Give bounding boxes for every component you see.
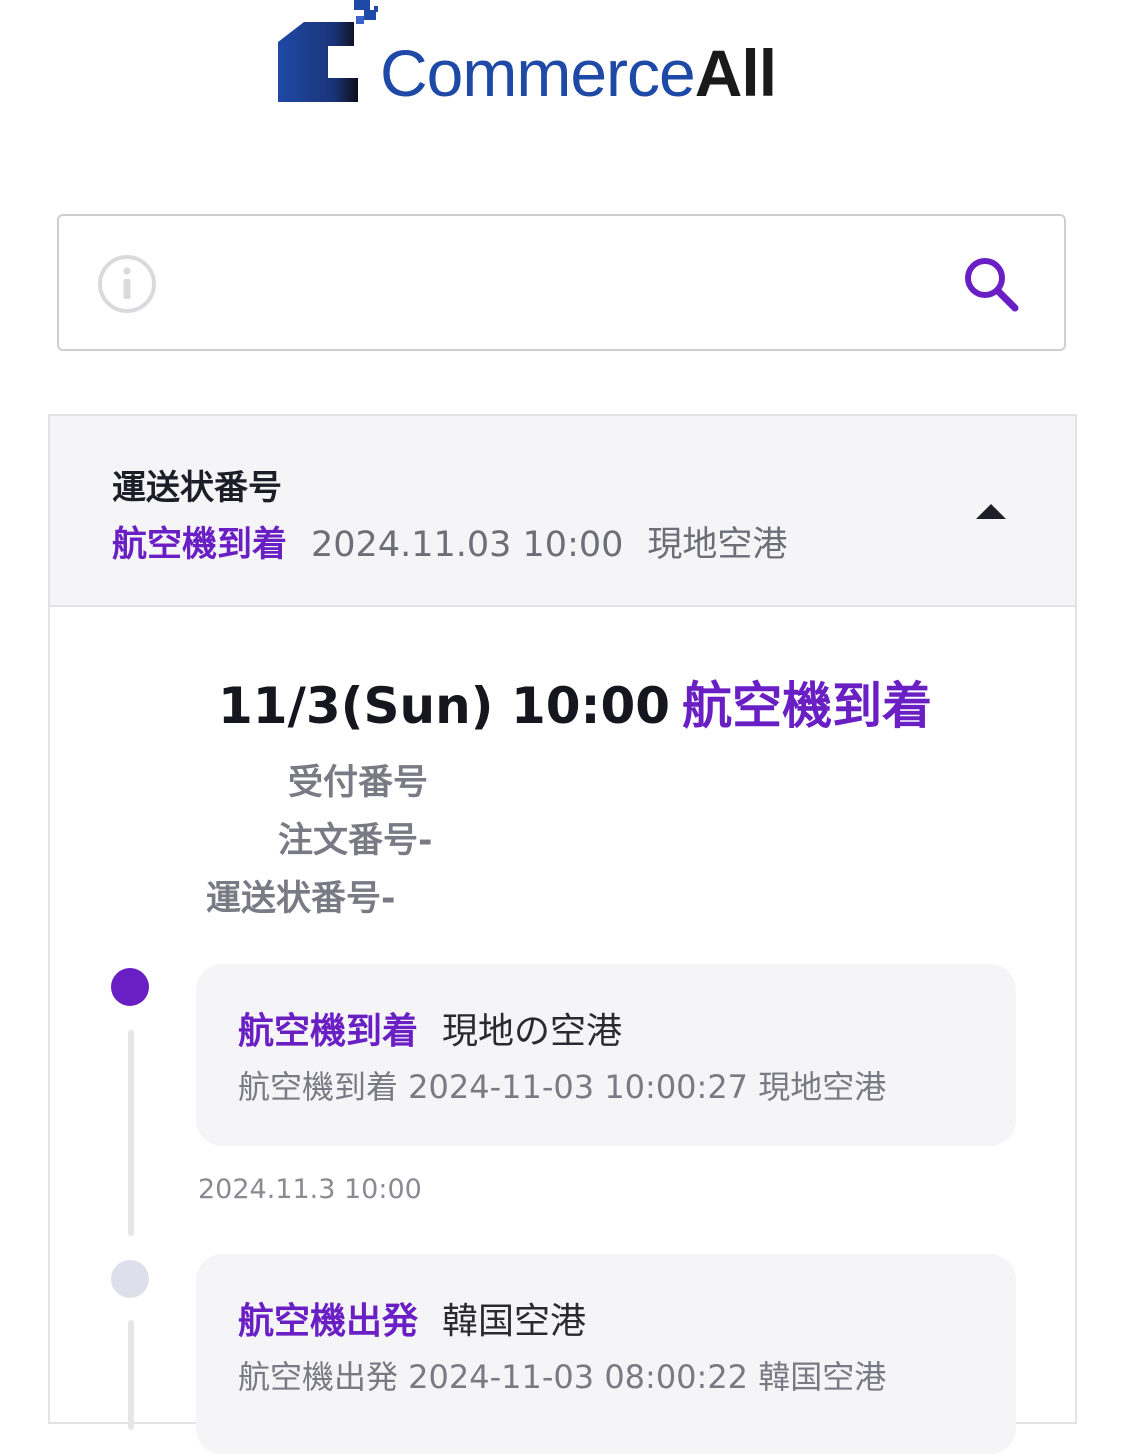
event-status: 航空機出発 xyxy=(238,1301,419,1342)
event-location: 韓国空港 xyxy=(442,1301,587,1342)
search-input[interactable] xyxy=(179,246,943,324)
event-description: 航空機到着 2024-11-03 10:00:27 現地空港 xyxy=(238,1068,887,1106)
detail-datetime: 11/3(Sun) 10:00 xyxy=(218,677,671,735)
detail-heading: 11/3(Sun) 10:00 航空機到着 xyxy=(218,666,932,738)
search-icon[interactable] xyxy=(959,252,1027,320)
event-title: 航空機到着 現地の空港 xyxy=(238,1002,622,1054)
info-icon xyxy=(98,255,156,313)
brand-commerce: Commerce xyxy=(380,36,696,110)
status-datetime: 2024.11.03 10:00 xyxy=(311,525,624,565)
timeline-line xyxy=(128,1030,134,1236)
brand-name: CommerceAll xyxy=(380,36,777,110)
event-time: 2024.11.3 10:00 xyxy=(198,1174,422,1205)
chevron-up-icon[interactable] xyxy=(974,502,1008,522)
event-status: 航空機到着 xyxy=(238,1011,419,1052)
timeline-dot-inactive xyxy=(111,1260,149,1298)
timeline-event-card: 航空機到着 現地の空港 航空機到着 2024-11-03 10:00:27 現地空… xyxy=(196,964,1016,1146)
tracking-search-box xyxy=(57,214,1066,351)
detail-status: 航空機到着 xyxy=(682,677,933,735)
brand-all: All xyxy=(694,36,777,110)
tracking-summary-header[interactable]: 運送状番号 航空機到着 2024.11.03 10:00 現地空港 xyxy=(50,416,1075,607)
waybill-number-detail-label: 運送状番号- xyxy=(206,879,396,919)
timeline-dot-active xyxy=(111,968,149,1006)
tracking-summary-row: 航空機到着 2024.11.03 10:00 現地空港 xyxy=(112,516,787,567)
current-status: 航空機到着 xyxy=(112,525,288,565)
brand-logo: CommerceAll xyxy=(278,0,858,110)
tracking-panel: 運送状番号 航空機到着 2024.11.03 10:00 現地空港 11/3(Sun… xyxy=(48,414,1077,1454)
order-number-label: 注文番号- xyxy=(278,821,433,861)
event-location: 現地の空港 xyxy=(442,1011,623,1052)
timeline-event-card: 航空機出発 韓国空港 航空機出発 2024-11-03 08:00:22 韓国空港 xyxy=(196,1254,1016,1454)
reception-number-label: 受付番号 xyxy=(288,763,429,803)
timeline-line xyxy=(128,1320,134,1430)
status-location: 現地空港 xyxy=(647,525,788,565)
logo-mark-icon xyxy=(278,0,378,102)
waybill-number-label: 運送状番号 xyxy=(112,468,282,508)
event-description: 航空機出発 2024-11-03 08:00:22 韓国空港 xyxy=(238,1358,887,1396)
event-title: 航空機出発 韓国空港 xyxy=(238,1292,586,1344)
